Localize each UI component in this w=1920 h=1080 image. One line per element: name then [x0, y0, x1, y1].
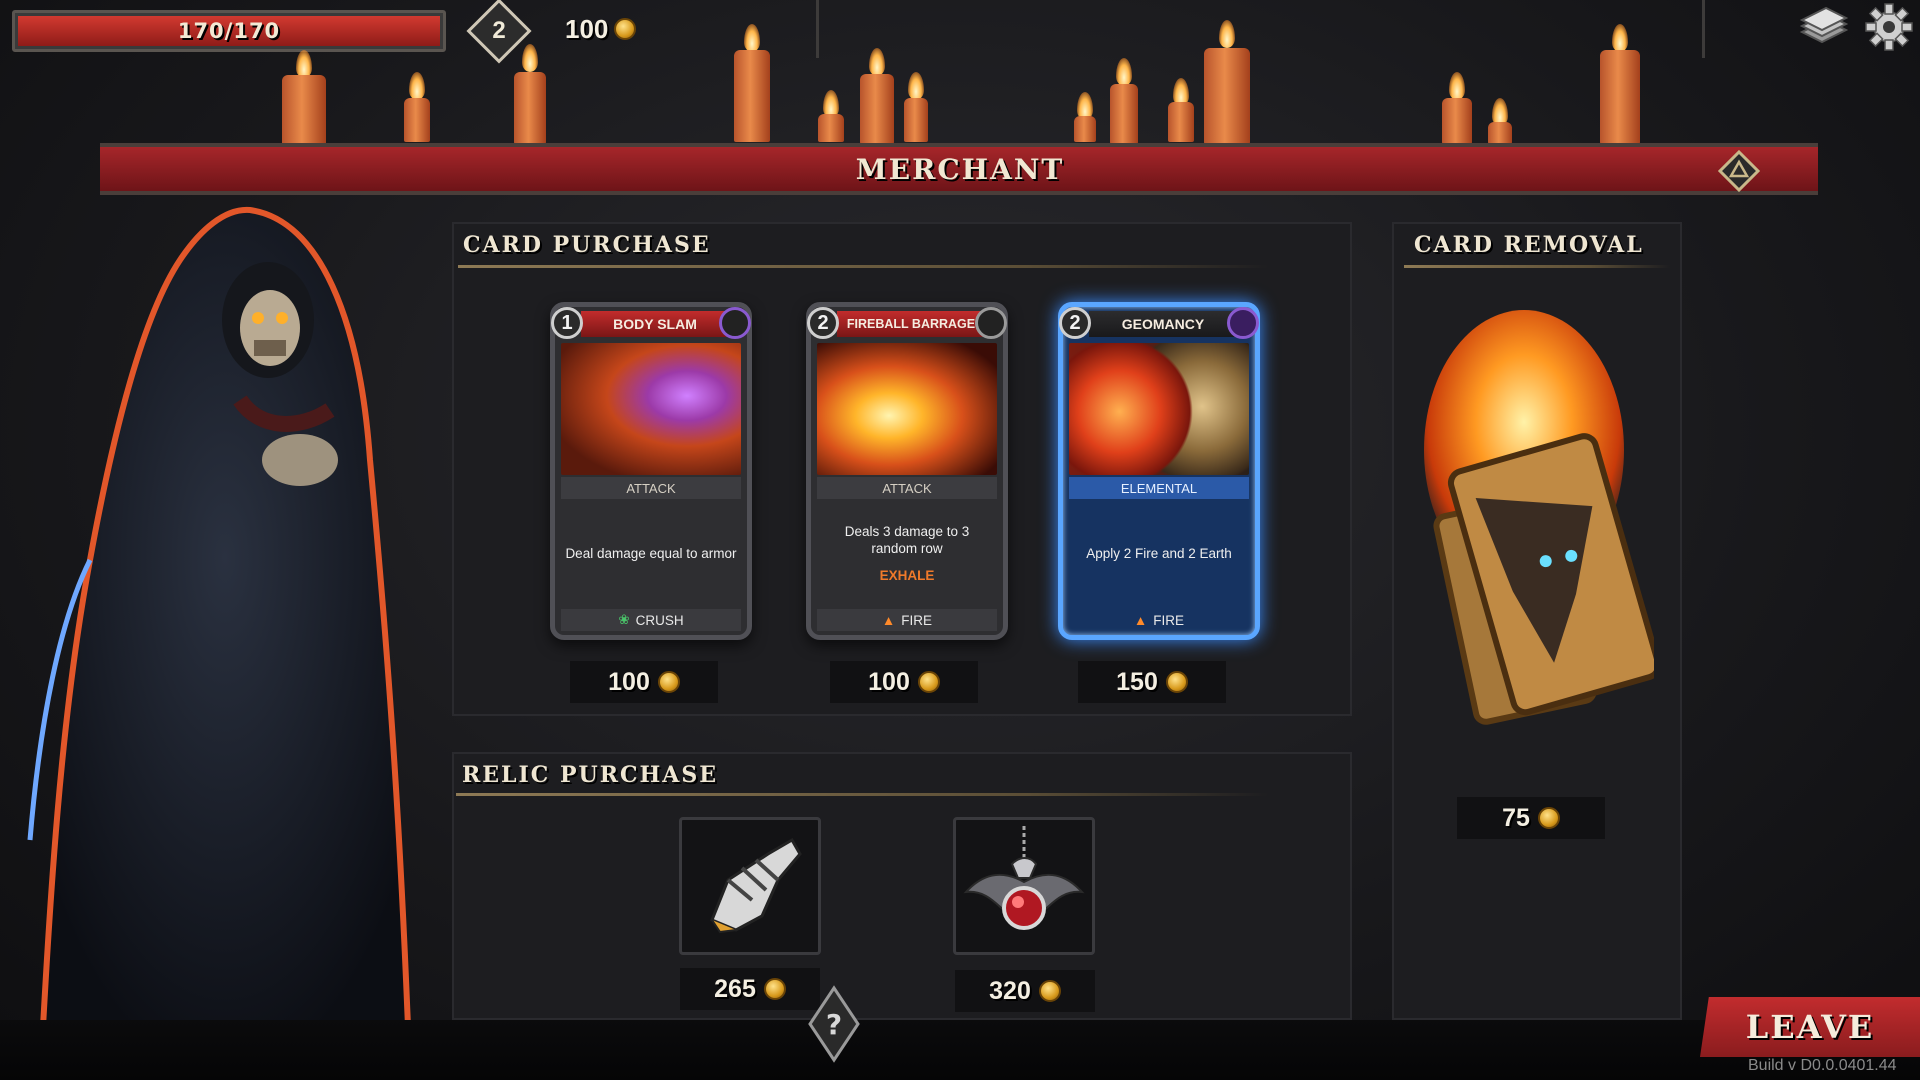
card-name: BODY SLAM: [581, 311, 729, 337]
card-keyword: EXHALE: [879, 567, 935, 583]
relic-price: 265: [680, 968, 820, 1010]
card-removal-burning-card[interactable]: [1414, 300, 1662, 770]
card-tag-label: FIRE: [1153, 612, 1185, 628]
health-bar-fill: 170/170: [18, 16, 440, 46]
card-price-value: 100: [608, 667, 650, 696]
card-tag: ▲ FIRE: [817, 609, 997, 631]
card-energy-cost: 2: [807, 307, 839, 339]
candle: [1600, 24, 1640, 144]
leaf-icon: ❀: [618, 612, 630, 627]
gold-counter: 100: [565, 12, 637, 46]
relic-purchase-title: RELIC PURCHASE: [462, 762, 719, 788]
card-purchase-title: CARD PURCHASE: [463, 232, 711, 258]
card-type: ELEMENTAL: [1069, 477, 1249, 499]
svg-text:?: ?: [826, 1008, 842, 1041]
card-description: Deals 3 damage to 3 random row EXHALE: [821, 503, 993, 603]
deck-icon[interactable]: [1796, 6, 1850, 52]
candle: [1442, 72, 1472, 144]
card-price-value: 100: [868, 667, 910, 696]
candle: [1488, 98, 1512, 144]
card-price: 100: [830, 661, 978, 703]
candle: [818, 90, 844, 142]
candle: [1110, 58, 1138, 144]
gold-value: 100: [565, 13, 609, 44]
card-description-text: Deals 3 damage to 3 random row: [844, 523, 970, 556]
dragon-amulet-relic-icon: [963, 826, 1085, 930]
ground-silhouette: [0, 1020, 1920, 1080]
relic-price-value: 320: [989, 976, 1031, 1005]
card-energy-cost: 1: [551, 307, 583, 339]
card-description-text: Deal damage equal to armor: [565, 545, 737, 561]
card-energy-cost: 2: [1059, 307, 1091, 339]
settings-gear-icon[interactable]: [1864, 2, 1914, 52]
candle: [1204, 20, 1250, 144]
merchant-title: MERCHANT: [855, 152, 1065, 186]
coin-icon: [1038, 980, 1061, 1002]
card-price: 150: [1078, 661, 1226, 703]
relic-price-value: 265: [714, 974, 756, 1003]
candle: [282, 50, 326, 145]
candle: [734, 24, 770, 142]
leave-button[interactable]: LEAVE: [1700, 997, 1920, 1057]
panel-rule: [458, 265, 1268, 268]
card-name: FIREBALL BARRAGE: [837, 311, 985, 337]
card-tag-label: CRUSH: [635, 612, 684, 628]
gauntlet-relic-icon: [710, 837, 802, 934]
card-rarity-icon: [975, 307, 1007, 339]
candle: [860, 48, 894, 144]
card-tag: ▲ FIRE: [1069, 609, 1249, 631]
card-price-value: 150: [1116, 667, 1158, 696]
card-tag: ❀ CRUSH: [561, 609, 741, 631]
card-rarity-icon: [1227, 307, 1259, 339]
card-description: Apply 2 Fire and 2 Earth: [1073, 503, 1245, 603]
candle: [514, 44, 546, 144]
hud-divider: [816, 0, 819, 58]
card-price: 100: [570, 661, 718, 703]
card-type: ATTACK: [817, 477, 997, 499]
merchant-screen: 170/170 2 100 MERCHANT CARD PURCHASE BOD…: [0, 0, 1920, 1080]
fire-icon: ▲: [881, 612, 896, 628]
health-bar: 170/170: [12, 10, 446, 52]
help-icon[interactable]: ?: [806, 984, 862, 1064]
candle: [404, 72, 430, 142]
candle: [1168, 78, 1194, 142]
card-removal-price: 75: [1457, 797, 1605, 839]
relic-gauntlet[interactable]: [679, 817, 821, 955]
relic-price: 320: [955, 970, 1095, 1012]
card-description: Deal damage equal to armor: [565, 503, 737, 603]
coin-icon: [614, 18, 637, 40]
card-art-dinosaur: [561, 343, 741, 475]
shop-card-fireball-barrage[interactable]: FIREBALL BARRAGE 2 ATTACK Deals 3 damage…: [806, 302, 1008, 640]
shop-card-body-slam[interactable]: BODY SLAM 1 ATTACK Deal damage equal to …: [550, 302, 752, 640]
card-type: ATTACK: [561, 477, 741, 499]
card-description-text: Apply 2 Fire and 2 Earth: [1086, 545, 1232, 561]
health-text: 170/170: [177, 19, 281, 43]
merchant-reaper-illustration: [27, 206, 414, 1080]
candle: [904, 72, 928, 142]
card-rarity-icon: [719, 307, 751, 339]
coin-icon: [917, 671, 940, 693]
build-version: Build v D0.0.0401.44: [1748, 1057, 1897, 1074]
fire-icon: ▲: [1133, 612, 1148, 628]
card-removal-price-value: 75: [1502, 803, 1530, 832]
card-tag-label: FIRE: [901, 612, 933, 628]
card-name: GEOMANCY: [1089, 311, 1237, 337]
coin-icon: [657, 671, 680, 693]
panel-rule: [1404, 265, 1670, 268]
burning-card-icon: [1424, 310, 1662, 725]
card-art-fireball: [817, 343, 997, 475]
panel-rule: [456, 793, 1268, 796]
emblem-icon: [1718, 150, 1760, 192]
relic-dragon-amulet[interactable]: [953, 817, 1095, 955]
coin-icon: [763, 978, 786, 1000]
candle: [1074, 92, 1096, 142]
card-removal-title: CARD REMOVAL: [1414, 232, 1644, 258]
card-art-fire-earth-orbs: [1069, 343, 1249, 475]
hud-divider: [1702, 0, 1705, 58]
coin-icon: [1165, 671, 1188, 693]
coin-icon: [1537, 807, 1560, 829]
shop-card-geomancy[interactable]: GEOMANCY 2 ELEMENTAL Apply 2 Fire and 2 …: [1058, 302, 1260, 640]
